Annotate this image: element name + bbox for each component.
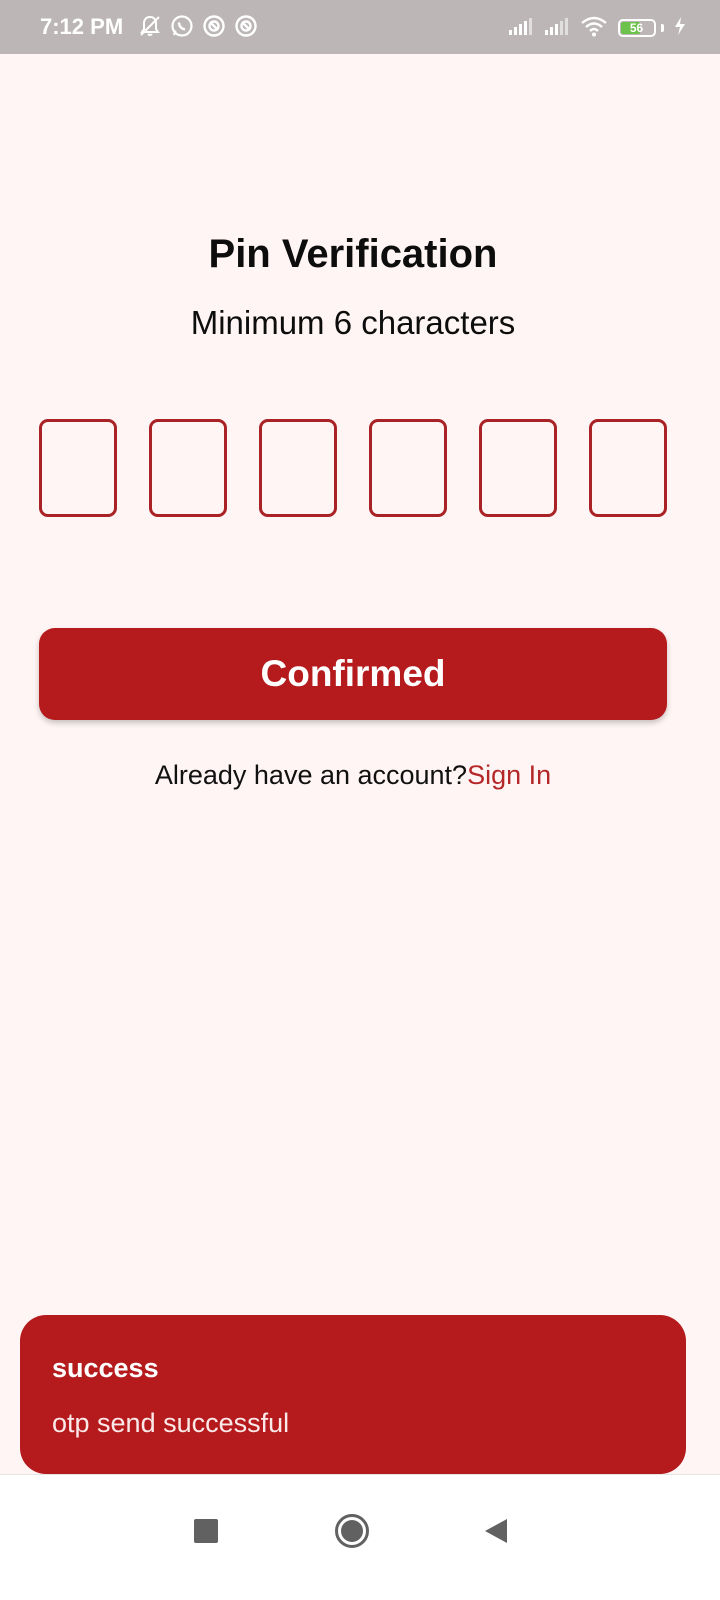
pin-digit-3[interactable] (259, 419, 337, 517)
confirm-button[interactable]: Confirmed (39, 628, 667, 720)
battery-level: 56 (617, 19, 656, 37)
status-time: 7:12 PM (40, 14, 124, 39)
recent-apps-icon (193, 1518, 219, 1549)
pin-input-row (39, 419, 667, 517)
snackbar-message: otp send successful (52, 1408, 290, 1438)
charging-icon (674, 16, 686, 41)
back-icon (483, 1517, 509, 1550)
success-snackbar: success otp send successful (20, 1315, 686, 1474)
signal-icon (544, 16, 570, 41)
status-right-icons: 56 (508, 15, 686, 42)
home-icon (334, 1513, 370, 1554)
battery-level-text: 56 (629, 21, 644, 35)
battery-tip (661, 24, 664, 32)
page-subtitle: Minimum 6 characters (190, 304, 516, 341)
back-button[interactable] (466, 1503, 526, 1563)
notifications-off-icon (138, 14, 162, 43)
signal-icon (508, 16, 534, 41)
pin-digit-4[interactable] (369, 419, 447, 517)
pin-digit-5[interactable] (479, 419, 557, 517)
status-bar: 7:12 PM 56 (0, 0, 720, 54)
battery-icon: 56 (617, 19, 664, 37)
pin-digit-2[interactable] (149, 419, 227, 517)
app-icon (234, 14, 258, 43)
status-left-icons (138, 14, 258, 39)
pin-digit-6[interactable] (589, 419, 667, 517)
app-icon (202, 14, 226, 43)
home-button[interactable] (322, 1503, 382, 1563)
navigation-bar (0, 1474, 720, 1600)
page-title: Pin Verification (208, 232, 498, 276)
sign-in-link[interactable]: Sign In (467, 760, 551, 790)
pin-digit-1[interactable] (39, 419, 117, 517)
wifi-icon (580, 15, 608, 42)
signin-row: Already have an account?Sign In (0, 760, 706, 791)
recent-apps-button[interactable] (176, 1503, 236, 1563)
signin-prompt: Already have an account? (154, 760, 468, 790)
whatsapp-icon (170, 14, 194, 43)
snackbar-title: success (52, 1353, 159, 1383)
